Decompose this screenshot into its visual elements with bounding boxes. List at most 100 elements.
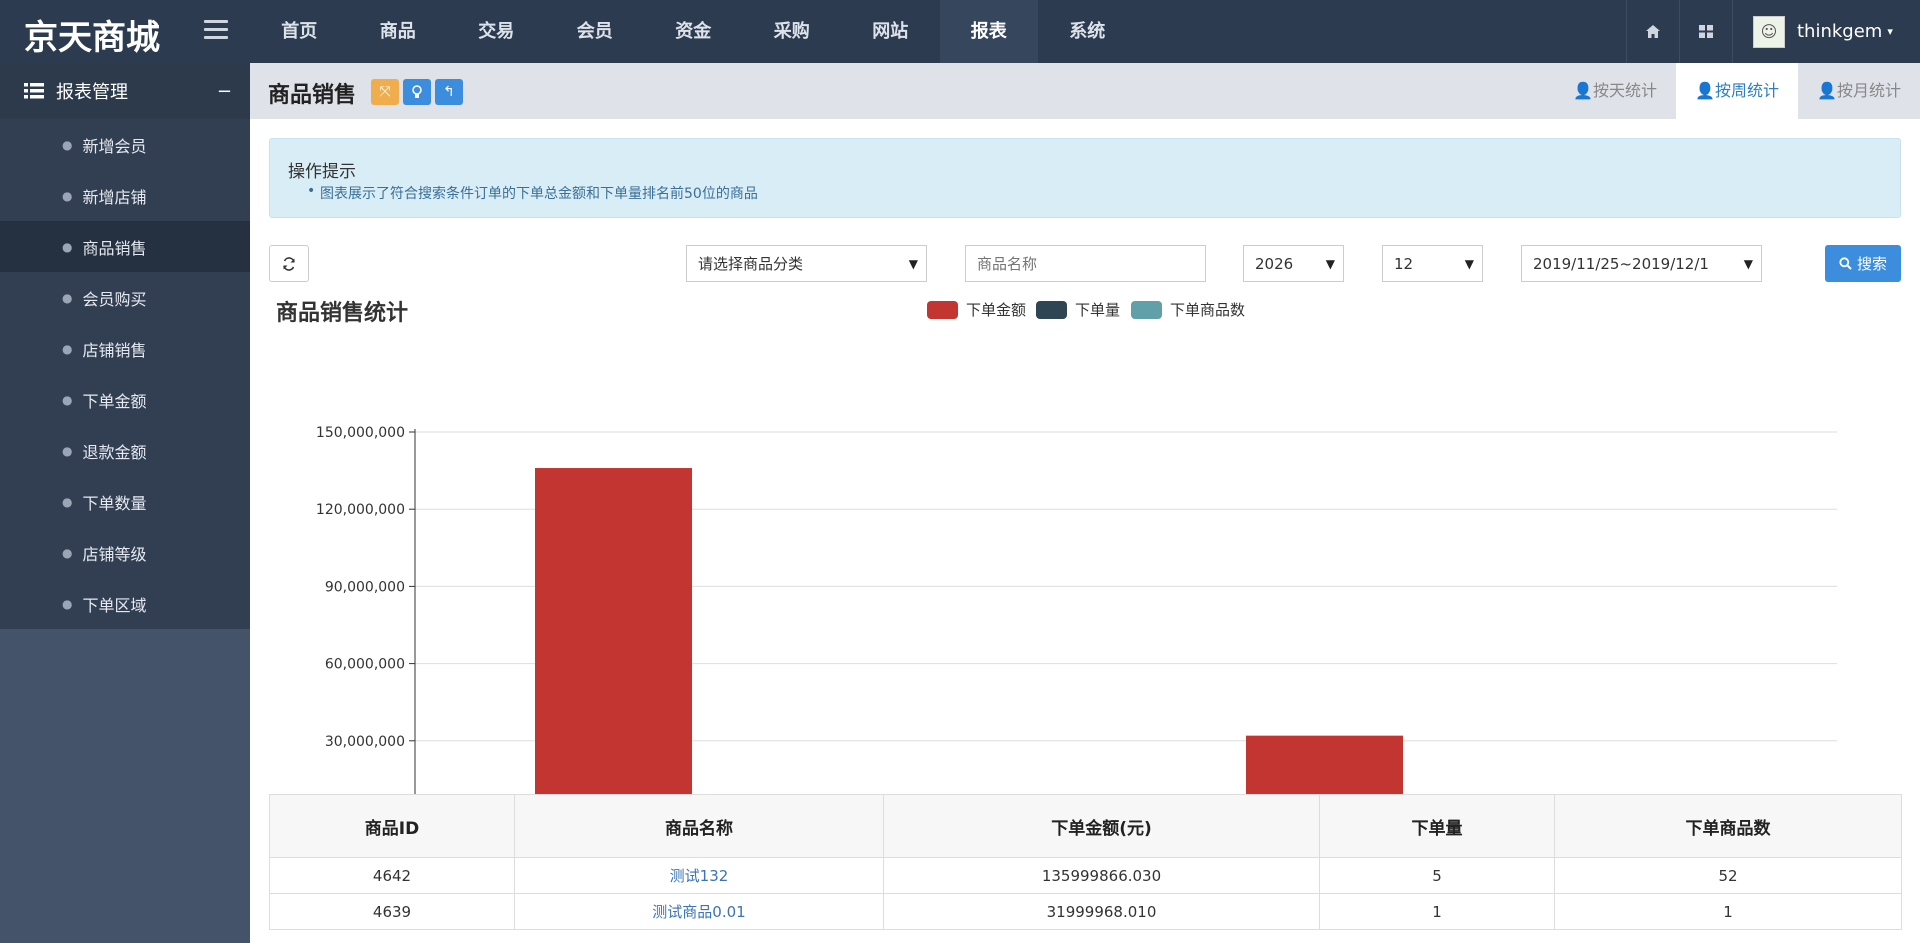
- sidebar-item-refund-amount[interactable]: ● 退款金额: [0, 425, 250, 476]
- sidebar-item-new-stores[interactable]: ● 新增店铺: [0, 170, 250, 221]
- y-tick-label: 60,000,000: [325, 657, 405, 673]
- sidebar-header[interactable]: 报表管理 −: [0, 63, 250, 119]
- table-row: 4639 测试商品0.01 31999968.010 1 1: [269, 893, 1902, 930]
- y-tick-label: 120,000,000: [316, 502, 405, 518]
- cell-order-amount: 135999866.030: [883, 857, 1320, 894]
- tab-weekly[interactable]: 👤按周统计: [1676, 63, 1798, 119]
- user-name: thinkgem: [1797, 21, 1883, 42]
- sales-bar-chart: 150,000,000 120,000,000 90,000,000 60,000,0…: [316, 425, 1901, 833]
- legend-swatch: [1131, 300, 1162, 319]
- search-icon: [1839, 257, 1852, 270]
- year-select[interactable]: 2026 ▼: [1243, 245, 1344, 282]
- user-icon: 👤: [1695, 81, 1715, 100]
- nav-member[interactable]: 会员: [546, 0, 645, 63]
- refresh-button[interactable]: [269, 245, 309, 282]
- user-icon: ●: [62, 239, 73, 254]
- col-goods-name: 商品名称: [514, 794, 884, 858]
- main-content: 商品销售 ⤧ ↰ 👤按天统计 👤按周统计 👤按月统计 操作提示 图表展示了符合搜…: [250, 63, 1920, 943]
- tip-text: 图表展示了符合搜索条件订单的下单总金额和下单量排名前50位的商品: [307, 183, 758, 203]
- col-order-amount: 下单金额(元): [883, 794, 1320, 858]
- legend-swatch: [927, 300, 958, 319]
- sidebar-item-goods-sales[interactable]: ● 商品销售: [0, 221, 250, 272]
- nav-system[interactable]: 系统: [1038, 0, 1137, 63]
- home-icon[interactable]: [1626, 0, 1679, 63]
- sidebar-title: 报表管理: [56, 82, 128, 103]
- chart-title: 商品销售统计: [276, 301, 409, 326]
- user-icon: 👤: [1817, 81, 1837, 100]
- goods-link[interactable]: 测试商品0.01: [652, 903, 745, 921]
- chevron-down-icon: ▾: [1887, 25, 1893, 38]
- col-goods-id: 商品ID: [269, 794, 515, 858]
- cell-goods-name: 测试132: [514, 857, 884, 894]
- cell-order-qty: 1: [1319, 893, 1555, 930]
- bar-0-4642: [535, 468, 692, 818]
- user-icon: ●: [62, 137, 73, 152]
- tab-monthly[interactable]: 👤按月统计: [1798, 63, 1920, 119]
- grid-icon[interactable]: [1679, 0, 1732, 63]
- cell-goods-count: 1: [1554, 893, 1902, 930]
- sidebar-item-order-region[interactable]: ● 下单区域: [0, 578, 250, 629]
- col-order-qty: 下单量: [1319, 794, 1555, 858]
- sidebar-item-new-members[interactable]: ● 新增会员: [0, 119, 250, 170]
- search-button[interactable]: 搜索: [1825, 245, 1901, 282]
- legend-swatch: [1036, 300, 1067, 319]
- col-goods-count: 下单商品数: [1554, 794, 1902, 858]
- sidebar-item-store-sales[interactable]: ● 店铺销售: [0, 323, 250, 374]
- operation-tips: 操作提示 图表展示了符合搜索条件订单的下单总金额和下单量排名前50位的商品: [269, 138, 1901, 218]
- menu-toggle-icon[interactable]: [204, 20, 228, 40]
- user-icon: ●: [62, 443, 73, 458]
- page-header: 商品销售 ⤧ ↰ 👤按天统计 👤按周统计 👤按月统计: [250, 63, 1920, 119]
- legend-item-goods-count[interactable]: 下单商品数: [1131, 299, 1245, 320]
- top-navbar: 京天商城 首页 商品 交易 会员 资金 采购 网站 报表 系统 ☺ thinkg…: [0, 0, 1920, 63]
- top-right-tools: ☺ thinkgem ▾: [1626, 0, 1920, 63]
- y-tick-label: 150,000,000: [316, 425, 405, 441]
- week-select[interactable]: 2019/11/25~2019/12/1 ▼: [1521, 245, 1762, 282]
- cell-order-amount: 31999968.010: [883, 893, 1320, 930]
- tip-title: 操作提示: [288, 162, 356, 182]
- category-select[interactable]: 请选择商品分类 ▼: [686, 245, 927, 282]
- list-icon: [24, 83, 44, 99]
- collapse-icon[interactable]: −: [217, 81, 232, 102]
- sales-table: 商品ID 商品名称 下单金额(元) 下单量 下单商品数 4642 测试132 1…: [269, 794, 1902, 930]
- nav-purchase[interactable]: 采购: [743, 0, 842, 63]
- lightbulb-icon[interactable]: [403, 79, 431, 105]
- tab-daily[interactable]: 👤按天统计: [1554, 63, 1676, 119]
- sidebar-item-order-amount[interactable]: ● 下单金额: [0, 374, 250, 425]
- nav-trade[interactable]: 交易: [447, 0, 546, 63]
- refresh-icon: [283, 256, 295, 271]
- nav-goods[interactable]: 商品: [349, 0, 448, 63]
- user-icon: ●: [62, 596, 73, 611]
- nav-funds[interactable]: 资金: [644, 0, 743, 63]
- back-icon[interactable]: ↰: [435, 79, 463, 105]
- sidebar: 报表管理 − ● 新增会员 ● 新增店铺 ● 商品销售 ● 会员购买 ● 店铺销售 ● 下单…: [0, 63, 250, 943]
- user-icon: ●: [62, 341, 73, 356]
- sidebar-item-member-purchase[interactable]: ● 会员购买: [0, 272, 250, 323]
- y-tick-label: 90,000,000: [325, 579, 405, 595]
- user-menu[interactable]: ☺ thinkgem ▾: [1732, 0, 1920, 63]
- chevron-down-icon: ▼: [1743, 256, 1753, 271]
- table-header-row: 商品ID 商品名称 下单金额(元) 下单量 下单商品数: [269, 794, 1902, 858]
- nav-reports[interactable]: 报表: [939, 0, 1038, 63]
- goods-name-input[interactable]: [965, 245, 1206, 282]
- chevron-down-icon: ▼: [908, 256, 918, 271]
- nav-website[interactable]: 网站: [841, 0, 940, 63]
- goods-link[interactable]: 测试132: [670, 867, 729, 885]
- page-title: 商品销售: [268, 83, 357, 108]
- cell-order-qty: 5: [1319, 857, 1555, 894]
- chevron-down-icon: ▼: [1325, 256, 1335, 271]
- stat-tabs: 👤按天统计 👤按周统计 👤按月统计: [1554, 63, 1920, 119]
- nav-home[interactable]: 首页: [250, 0, 349, 63]
- fullscreen-icon[interactable]: ⤧: [371, 79, 399, 105]
- sidebar-list: ● 新增会员 ● 新增店铺 ● 商品销售 ● 会员购买 ● 店铺销售 ● 下单金额 ● 退款金…: [0, 119, 250, 629]
- legend-item-quantity[interactable]: 下单量: [1036, 299, 1120, 320]
- y-tick-label: 30,000,000: [325, 734, 405, 750]
- avatar: ☺: [1753, 15, 1785, 48]
- app-logo[interactable]: 京天商城: [24, 10, 160, 59]
- sidebar-item-order-count[interactable]: ● 下单数量: [0, 476, 250, 527]
- chevron-down-icon: ▼: [1464, 256, 1474, 271]
- legend-item-amount[interactable]: 下单金额: [927, 299, 1026, 320]
- cell-goods-name: 测试商品0.01: [514, 893, 884, 930]
- sidebar-item-store-level[interactable]: ● 店铺等级: [0, 527, 250, 578]
- month-select[interactable]: 12 ▼: [1382, 245, 1483, 282]
- user-icon: ●: [62, 392, 73, 407]
